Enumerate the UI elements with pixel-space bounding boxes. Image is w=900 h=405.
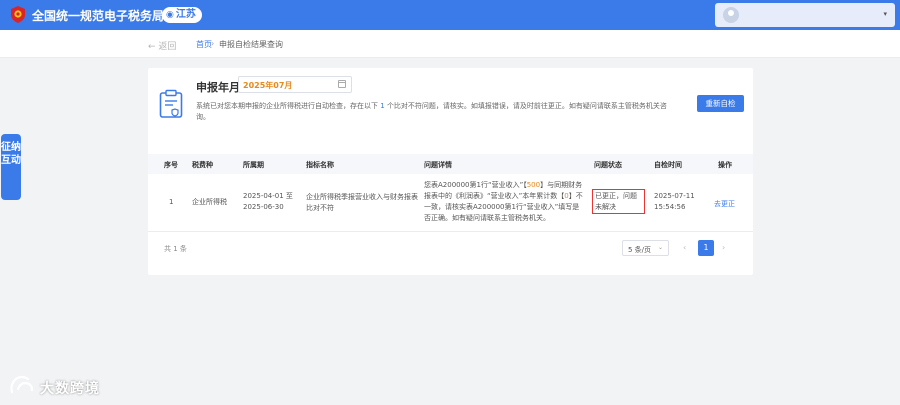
watermark-text: 大数跨境 bbox=[40, 381, 100, 397]
col-header-index: 序号 bbox=[164, 161, 178, 169]
row-check-time: 2025-07-11 15:54:56 bbox=[654, 191, 695, 213]
row-period-from: 2025-04-01 至 bbox=[243, 192, 293, 200]
page-size-select[interactable]: 5 条/页 ⌄ bbox=[622, 240, 669, 256]
table-row: 1 企业所得税 2025-04-01 至 2025-06-30 企业所得税季报营… bbox=[148, 174, 753, 232]
recheck-button[interactable]: 重新自检 bbox=[697, 95, 744, 112]
watermark-logo-icon bbox=[10, 375, 34, 394]
status-badge: 已更正，问题未解决 bbox=[592, 189, 645, 214]
period-picker[interactable]: 2025年07月 bbox=[238, 76, 352, 93]
region-selector[interactable]: ◉ 江苏 bbox=[162, 7, 202, 23]
prev-page-button[interactable]: ‹ bbox=[683, 243, 686, 252]
top-bar: 全国统一规范电子税务局 ◉ 江苏 ▾ bbox=[0, 0, 900, 30]
row-index: 1 bbox=[169, 198, 174, 206]
col-header-check-time: 自检时间 bbox=[654, 161, 682, 169]
location-pin-icon: ◉ bbox=[166, 9, 174, 20]
clipboard-check-icon bbox=[159, 89, 183, 118]
col-header-period: 所属期 bbox=[243, 161, 264, 169]
notice-text-pre: 系统已对您本期申报的企业所得税进行自动检查，存在以下 bbox=[196, 102, 378, 110]
next-page-button[interactable]: › bbox=[722, 243, 725, 252]
col-header-tax-type: 税费种 bbox=[192, 161, 213, 169]
avatar bbox=[723, 7, 739, 23]
check-time-clock: 15:54:56 bbox=[654, 203, 686, 211]
period-value: 2025年07月 bbox=[243, 81, 293, 90]
breadcrumb-home-link[interactable]: 首页 bbox=[196, 39, 212, 50]
chevron-down-icon: ⌄ bbox=[657, 244, 663, 251]
region-label: 江苏 bbox=[175, 9, 196, 20]
check-time-date: 2025-07-11 bbox=[654, 192, 695, 200]
row-period: 2025-04-01 至 2025-06-30 bbox=[243, 191, 305, 213]
row-indicator: 企业所得税季报营业收入与财务报表比对不符 bbox=[306, 193, 418, 212]
issue-count: 1 bbox=[380, 102, 385, 110]
check-notice: 系统已对您本期申报的企业所得税进行自动检查，存在以下 1 个比对不符问题，请核实… bbox=[196, 101, 674, 123]
period-label: 申报年月 bbox=[196, 81, 240, 94]
row-tax-type: 企业所得税 bbox=[192, 198, 227, 206]
detail-text-1: 您表A200000第1行“营业收入”【 bbox=[424, 181, 527, 189]
page-number-current[interactable]: 1 bbox=[698, 240, 714, 256]
row-period-to: 2025-06-30 bbox=[243, 203, 284, 211]
calendar-icon bbox=[338, 80, 346, 88]
tax-emblem-icon bbox=[11, 6, 25, 23]
breadcrumb-current: 申报自检结果查询 bbox=[219, 40, 283, 49]
interaction-float-button[interactable]: 征纳互动 bbox=[1, 134, 21, 200]
col-header-detail: 问题详情 bbox=[424, 161, 452, 169]
chevron-down-icon: ▾ bbox=[883, 10, 887, 18]
correct-link[interactable]: 去更正 bbox=[714, 199, 735, 209]
self-check-result-card: 申报年月 2025年07月 系统已对您本期申报的企业所得税进行自动检查，存在以下… bbox=[148, 68, 753, 275]
site-title: 全国统一规范电子税务局 bbox=[32, 9, 165, 23]
col-header-action: 操作 bbox=[718, 161, 732, 169]
row-detail: 您表A200000第1行“营业收入”【500】与同期财务报表中的《利润表》“营业… bbox=[424, 180, 584, 224]
back-link[interactable]: ← 返回 bbox=[148, 39, 176, 52]
table-header: 序号 税费种 所属期 指标名称 问题详情 问题状态 自检时间 操作 bbox=[148, 154, 753, 174]
detail-value-1: 500 bbox=[526, 181, 541, 189]
col-header-status: 问题状态 bbox=[594, 161, 622, 169]
user-menu[interactable]: ▾ bbox=[715, 3, 895, 27]
breadcrumb: ← 返回 首页 › 申报自检结果查询 bbox=[0, 30, 900, 58]
breadcrumb-separator: › bbox=[211, 39, 215, 48]
total-count: 共 1 条 bbox=[164, 245, 187, 253]
page-size-value: 5 条/页 bbox=[628, 246, 652, 254]
col-header-indicator: 指标名称 bbox=[306, 161, 334, 169]
